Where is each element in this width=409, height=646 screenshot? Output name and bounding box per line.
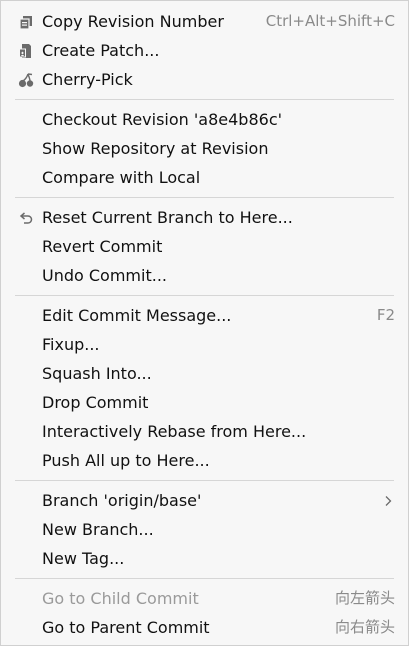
menu-separator	[15, 480, 394, 481]
menu-item-undo-commit[interactable]: Undo Commit...	[1, 261, 408, 290]
menu-item-label: Cherry-Pick	[42, 70, 133, 89]
menu-item-label: Squash Into...	[42, 364, 152, 383]
menu-group-edit: Edit Commit Message... F2 Fixup... Squas…	[1, 301, 408, 475]
menu-item-label: Undo Commit...	[42, 266, 167, 285]
shortcut-label: 向右箭头	[334, 618, 395, 636]
cherry-icon	[15, 65, 37, 94]
patch-icon	[15, 36, 37, 65]
menu-group-navigate: Go to Child Commit 向左箭头 Go to Parent Com…	[1, 584, 408, 642]
menu-item-go-to-child-commit[interactable]: Go to Child Commit 向左箭头	[1, 584, 408, 613]
menu-item-label: Interactively Rebase from Here...	[42, 422, 307, 441]
menu-item-branch-origin-base[interactable]: Branch 'origin/base'	[1, 486, 408, 515]
menu-item-interactive-rebase[interactable]: Interactively Rebase from Here...	[1, 417, 408, 446]
menu-item-edit-commit-message[interactable]: Edit Commit Message... F2	[1, 301, 408, 330]
menu-item-compare-local[interactable]: Compare with Local	[1, 163, 408, 192]
menu-group-copy: Copy Revision Number Ctrl+Alt+Shift+C Cr…	[1, 7, 408, 94]
chevron-right-icon	[384, 486, 392, 515]
menu-item-label: Copy Revision Number	[42, 12, 224, 31]
menu-item-label: Create Patch...	[42, 41, 160, 60]
menu-item-cherry-pick[interactable]: Cherry-Pick	[1, 65, 408, 94]
menu-group-checkout: Checkout Revision 'a8e4b86c' Show Reposi…	[1, 105, 408, 192]
menu-item-label: Checkout Revision 'a8e4b86c'	[42, 110, 283, 129]
menu-item-label: Revert Commit	[42, 237, 163, 256]
undo-arrow-icon	[15, 203, 37, 232]
menu-item-label: Edit Commit Message...	[42, 306, 232, 325]
menu-separator	[15, 295, 394, 296]
menu-item-new-tag[interactable]: New Tag...	[1, 544, 408, 573]
menu-item-drop-commit[interactable]: Drop Commit	[1, 388, 408, 417]
menu-item-fixup[interactable]: Fixup...	[1, 330, 408, 359]
menu-item-label: Reset Current Branch to Here...	[42, 208, 293, 227]
menu-item-go-to-parent-commit[interactable]: Go to Parent Commit 向右箭头	[1, 613, 408, 642]
menu-item-label: Go to Child Commit	[42, 589, 199, 608]
menu-separator	[15, 197, 394, 198]
menu-item-label: Drop Commit	[42, 393, 149, 412]
context-menu: Copy Revision Number Ctrl+Alt+Shift+C Cr…	[0, 0, 409, 646]
menu-item-show-repository[interactable]: Show Repository at Revision	[1, 134, 408, 163]
menu-item-reset-branch[interactable]: Reset Current Branch to Here...	[1, 203, 408, 232]
shortcut-label: F2	[376, 306, 395, 324]
menu-item-label: Go to Parent Commit	[42, 618, 210, 637]
copy-icon	[15, 7, 37, 36]
menu-item-revert-commit[interactable]: Revert Commit	[1, 232, 408, 261]
menu-item-label: Branch 'origin/base'	[42, 491, 202, 510]
menu-item-label: New Tag...	[42, 549, 125, 568]
shortcut-label: 向左箭头	[334, 589, 395, 607]
menu-group-reset: Reset Current Branch to Here... Revert C…	[1, 203, 408, 290]
menu-separator	[15, 99, 394, 100]
menu-item-label: New Branch...	[42, 520, 154, 539]
menu-item-create-patch[interactable]: Create Patch...	[1, 36, 408, 65]
menu-group-branch: Branch 'origin/base' New Branch... New T…	[1, 486, 408, 573]
menu-item-copy-revision-number[interactable]: Copy Revision Number Ctrl+Alt+Shift+C	[1, 7, 408, 36]
menu-item-label: Push All up to Here...	[42, 451, 210, 470]
menu-item-checkout-revision[interactable]: Checkout Revision 'a8e4b86c'	[1, 105, 408, 134]
menu-item-new-branch[interactable]: New Branch...	[1, 515, 408, 544]
menu-item-label: Show Repository at Revision	[42, 139, 269, 158]
menu-item-squash-into[interactable]: Squash Into...	[1, 359, 408, 388]
menu-item-push-all[interactable]: Push All up to Here...	[1, 446, 408, 475]
shortcut-label: Ctrl+Alt+Shift+C	[265, 12, 395, 30]
menu-item-label: Compare with Local	[42, 168, 201, 187]
menu-item-label: Fixup...	[42, 335, 100, 354]
menu-separator	[15, 578, 394, 579]
